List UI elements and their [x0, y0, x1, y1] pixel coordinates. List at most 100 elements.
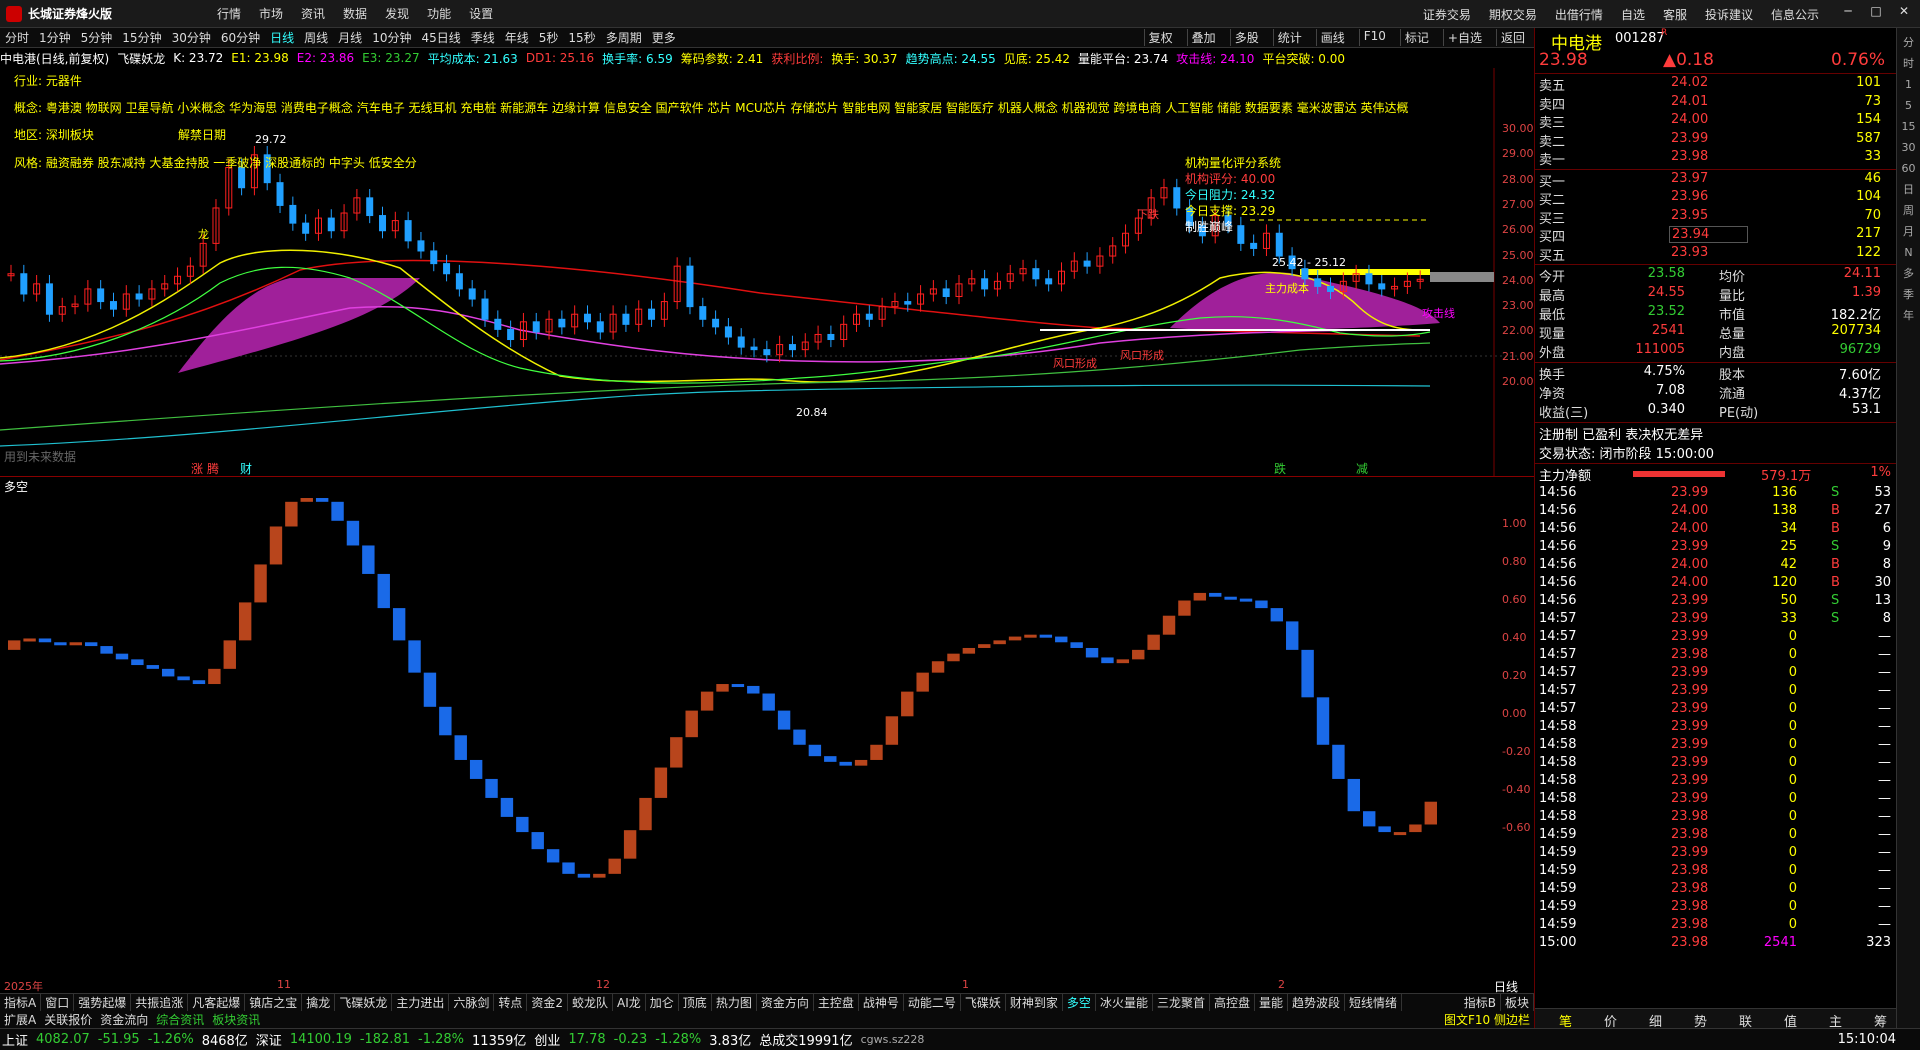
period-8[interactable]: 月线 [338, 29, 362, 46]
tool-2[interactable]: 多股 [1229, 29, 1263, 46]
indicator-tab-22[interactable]: 财神到家 [1006, 994, 1063, 1011]
bid-row[interactable]: 买四 23.94 217 [1535, 226, 1897, 245]
period-12[interactable]: 年线 [505, 29, 529, 46]
top-link-0[interactable]: 证券交易 [1423, 6, 1471, 23]
indicator-tab-11[interactable]: 资金2 [527, 994, 569, 1011]
indicator-tab-25[interactable]: 三龙聚首 [1153, 994, 1210, 1011]
tool-8[interactable]: 返回 [1495, 29, 1529, 46]
period-16[interactable]: 更多 [652, 29, 676, 46]
top-link-1[interactable]: 期权交易 [1489, 6, 1537, 23]
top-link-2[interactable]: 出借行情 [1555, 6, 1603, 23]
top-link-4[interactable]: 客服 [1663, 6, 1687, 23]
sidebar-period-11[interactable]: 多 [1897, 263, 1920, 284]
ask-row[interactable]: 卖一 23.98 33 [1535, 149, 1897, 168]
minimize-icon[interactable]: ─ [1838, 4, 1858, 24]
indicator-tab-19[interactable]: 战神号 [859, 994, 904, 1011]
sidebar-period-12[interactable]: 季 [1897, 284, 1920, 305]
ask-row[interactable]: 卖三 24.00 154 [1535, 112, 1897, 131]
sz-index-name[interactable]: 深证 [256, 1030, 282, 1049]
indicator-tab-13[interactable]: AI龙 [613, 994, 646, 1011]
bid-row[interactable]: 买三 23.95 70 [1535, 208, 1897, 227]
ask-row[interactable]: 卖二 23.99 587 [1535, 131, 1897, 150]
period-4[interactable]: 30分钟 [172, 29, 211, 46]
sidebar-period-7[interactable]: 日 [1897, 179, 1920, 200]
tool-7[interactable]: +自选 [1442, 29, 1486, 46]
indicator-tab-27[interactable]: 量能 [1255, 994, 1288, 1011]
ext-tab-1[interactable]: 关联报价 [40, 1011, 96, 1028]
indicator-tab-4[interactable]: 凡客起爆 [188, 994, 246, 1011]
quote-tab-4[interactable]: 联 [1739, 1011, 1752, 1030]
menu-item-6[interactable]: 设置 [469, 7, 493, 21]
indicator-tab-0[interactable]: 指标A [0, 994, 42, 1011]
sidebar-period-5[interactable]: 30 [1897, 137, 1920, 158]
indicator-tab-5[interactable]: 镇店之宝 [245, 994, 303, 1011]
sidebar-period-3[interactable]: 5 [1897, 95, 1920, 116]
bid-row[interactable]: 买一 23.97 46 [1535, 171, 1897, 190]
indicator-tab-8[interactable]: 主力进出 [392, 994, 450, 1011]
indicator-tab-26[interactable]: 高控盘 [1210, 994, 1255, 1011]
indicator-tab-9[interactable]: 六脉剑 [449, 994, 495, 1011]
period-10[interactable]: 45日线 [421, 29, 460, 46]
indicator-tab-29[interactable]: 短线情绪 [1345, 994, 1403, 1011]
f10-sidebar-link[interactable]: 图文F10 侧边栏 [1440, 1011, 1534, 1028]
period-0[interactable]: 分时 [5, 29, 29, 46]
candlestick-chart[interactable] [0, 68, 1534, 476]
top-link-6[interactable]: 信息公示 [1771, 6, 1819, 23]
sh-index-name[interactable]: 上证 [2, 1030, 28, 1049]
menu-item-5[interactable]: 功能 [427, 7, 451, 21]
period-7[interactable]: 周线 [304, 29, 328, 46]
right-tab-1[interactable]: 板块 [1501, 994, 1534, 1011]
indicator-name[interactable]: 飞碟妖龙 [117, 50, 165, 67]
ext-tab-3[interactable]: 综合资讯 [152, 1011, 208, 1028]
indicator-tab-21[interactable]: 飞碟妖 [961, 994, 1006, 1011]
indicator-tab-16[interactable]: 热力图 [712, 994, 757, 1011]
indicator-tab-6[interactable]: 擒龙 [302, 994, 336, 1011]
cy-index-name[interactable]: 创业 [534, 1030, 560, 1049]
tool-0[interactable]: 复权 [1143, 29, 1177, 46]
ask-row[interactable]: 卖四 24.01 73 [1535, 94, 1897, 113]
sidebar-period-4[interactable]: 15 [1897, 116, 1920, 137]
sidebar-period-1[interactable]: 时 [1897, 53, 1920, 74]
quote-tab-5[interactable]: 值 [1784, 1011, 1797, 1030]
quote-tab-3[interactable]: 势 [1694, 1011, 1707, 1030]
indicator-tab-28[interactable]: 趋势波段 [1288, 994, 1346, 1011]
bid-row[interactable]: 买二 23.96 104 [1535, 189, 1897, 208]
indicator-tab-3[interactable]: 共振追涨 [131, 994, 189, 1011]
quote-tab-6[interactable]: 主 [1829, 1011, 1842, 1030]
indicator-tab-23[interactable]: 多空 [1063, 994, 1096, 1011]
indicator-tab-2[interactable]: 强势起爆 [74, 994, 132, 1011]
indicator-tab-24[interactable]: 冰火量能 [1096, 994, 1153, 1011]
menu-item-0[interactable]: 行情 [217, 7, 241, 21]
sidebar-period-8[interactable]: 周 [1897, 200, 1920, 221]
tool-3[interactable]: 统计 [1272, 29, 1306, 46]
quote-tab-2[interactable]: 细 [1649, 1011, 1662, 1030]
indicator-tab-12[interactable]: 蛟龙队 [568, 994, 614, 1011]
period-3[interactable]: 15分钟 [122, 29, 161, 46]
maximize-icon[interactable]: □ [1866, 4, 1886, 24]
period-11[interactable]: 季线 [471, 29, 495, 46]
sidebar-period-13[interactable]: 年 [1897, 305, 1920, 326]
ext-tab-0[interactable]: 扩展A [0, 1011, 40, 1028]
indicator-tab-1[interactable]: 窗口 [41, 994, 75, 1011]
ask-row[interactable]: 卖五 24.02 101 [1535, 75, 1897, 94]
quote-tab-0[interactable]: 笔 [1559, 1011, 1572, 1030]
ext-tab-2[interactable]: 资金流向 [96, 1011, 152, 1028]
close-icon[interactable]: ✕ [1894, 4, 1914, 24]
period-15[interactable]: 多周期 [606, 29, 642, 46]
period-13[interactable]: 5秒 [539, 29, 559, 46]
top-link-3[interactable]: 自选 [1621, 6, 1645, 23]
right-tab-0[interactable]: 指标B [1460, 994, 1501, 1011]
indicator-tab-17[interactable]: 资金方向 [757, 994, 814, 1011]
period-5[interactable]: 60分钟 [221, 29, 260, 46]
indicator-tab-10[interactable]: 转点 [494, 994, 528, 1011]
sidebar-period-0[interactable]: 分 [1897, 32, 1920, 53]
ext-tab-4[interactable]: 板块资讯 [208, 1011, 264, 1028]
sidebar-period-2[interactable]: 1 [1897, 74, 1920, 95]
quote-tab-7[interactable]: 筹 [1874, 1011, 1887, 1030]
period-2[interactable]: 5分钟 [81, 29, 113, 46]
quote-tab-1[interactable]: 价 [1604, 1011, 1617, 1030]
period-9[interactable]: 10分钟 [372, 29, 411, 46]
indicator-tab-7[interactable]: 飞碟妖龙 [335, 994, 393, 1011]
tool-4[interactable]: 画线 [1315, 29, 1349, 46]
period-1[interactable]: 1分钟 [39, 29, 71, 46]
